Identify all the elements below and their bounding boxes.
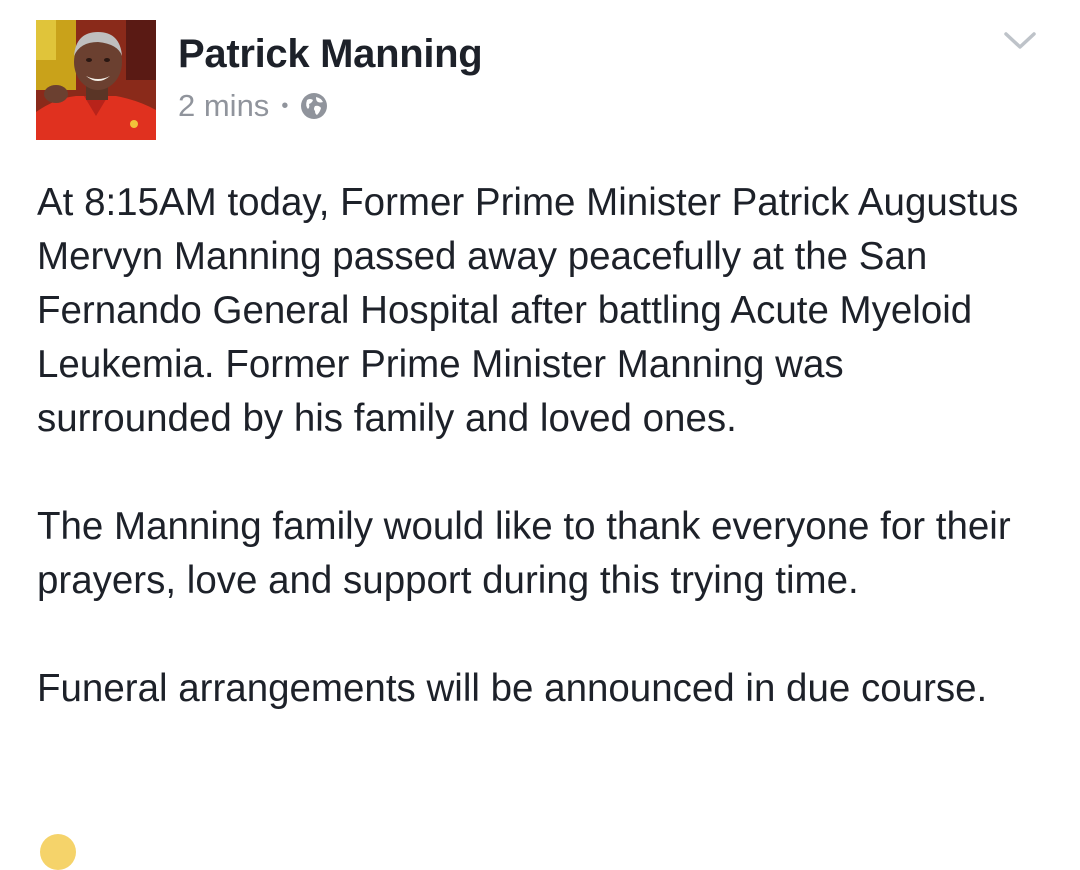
post-timestamp[interactable]: 2 mins [178,88,269,124]
post-paragraph: The Manning family would like to thank e… [37,505,1011,602]
avatar-photo [36,20,156,140]
author-avatar[interactable] [36,20,156,140]
post-body: At 8:15AM today, Former Prime Minister P… [37,176,1047,770]
facebook-post: Patrick Manning 2 mins • At 8:15AM today… [0,0,1080,870]
meta-separator: • [281,95,289,117]
chevron-down-icon[interactable] [1000,26,1040,54]
author-name[interactable]: Patrick Manning [178,32,483,77]
post-meta: 2 mins • [178,86,328,126]
post-paragraph: At 8:15AM today, Former Prime Minister P… [37,181,1019,440]
post-paragraph: Funeral arrangements will be announced i… [37,667,988,710]
globe-icon[interactable] [300,92,328,120]
reaction-icon [40,834,76,870]
